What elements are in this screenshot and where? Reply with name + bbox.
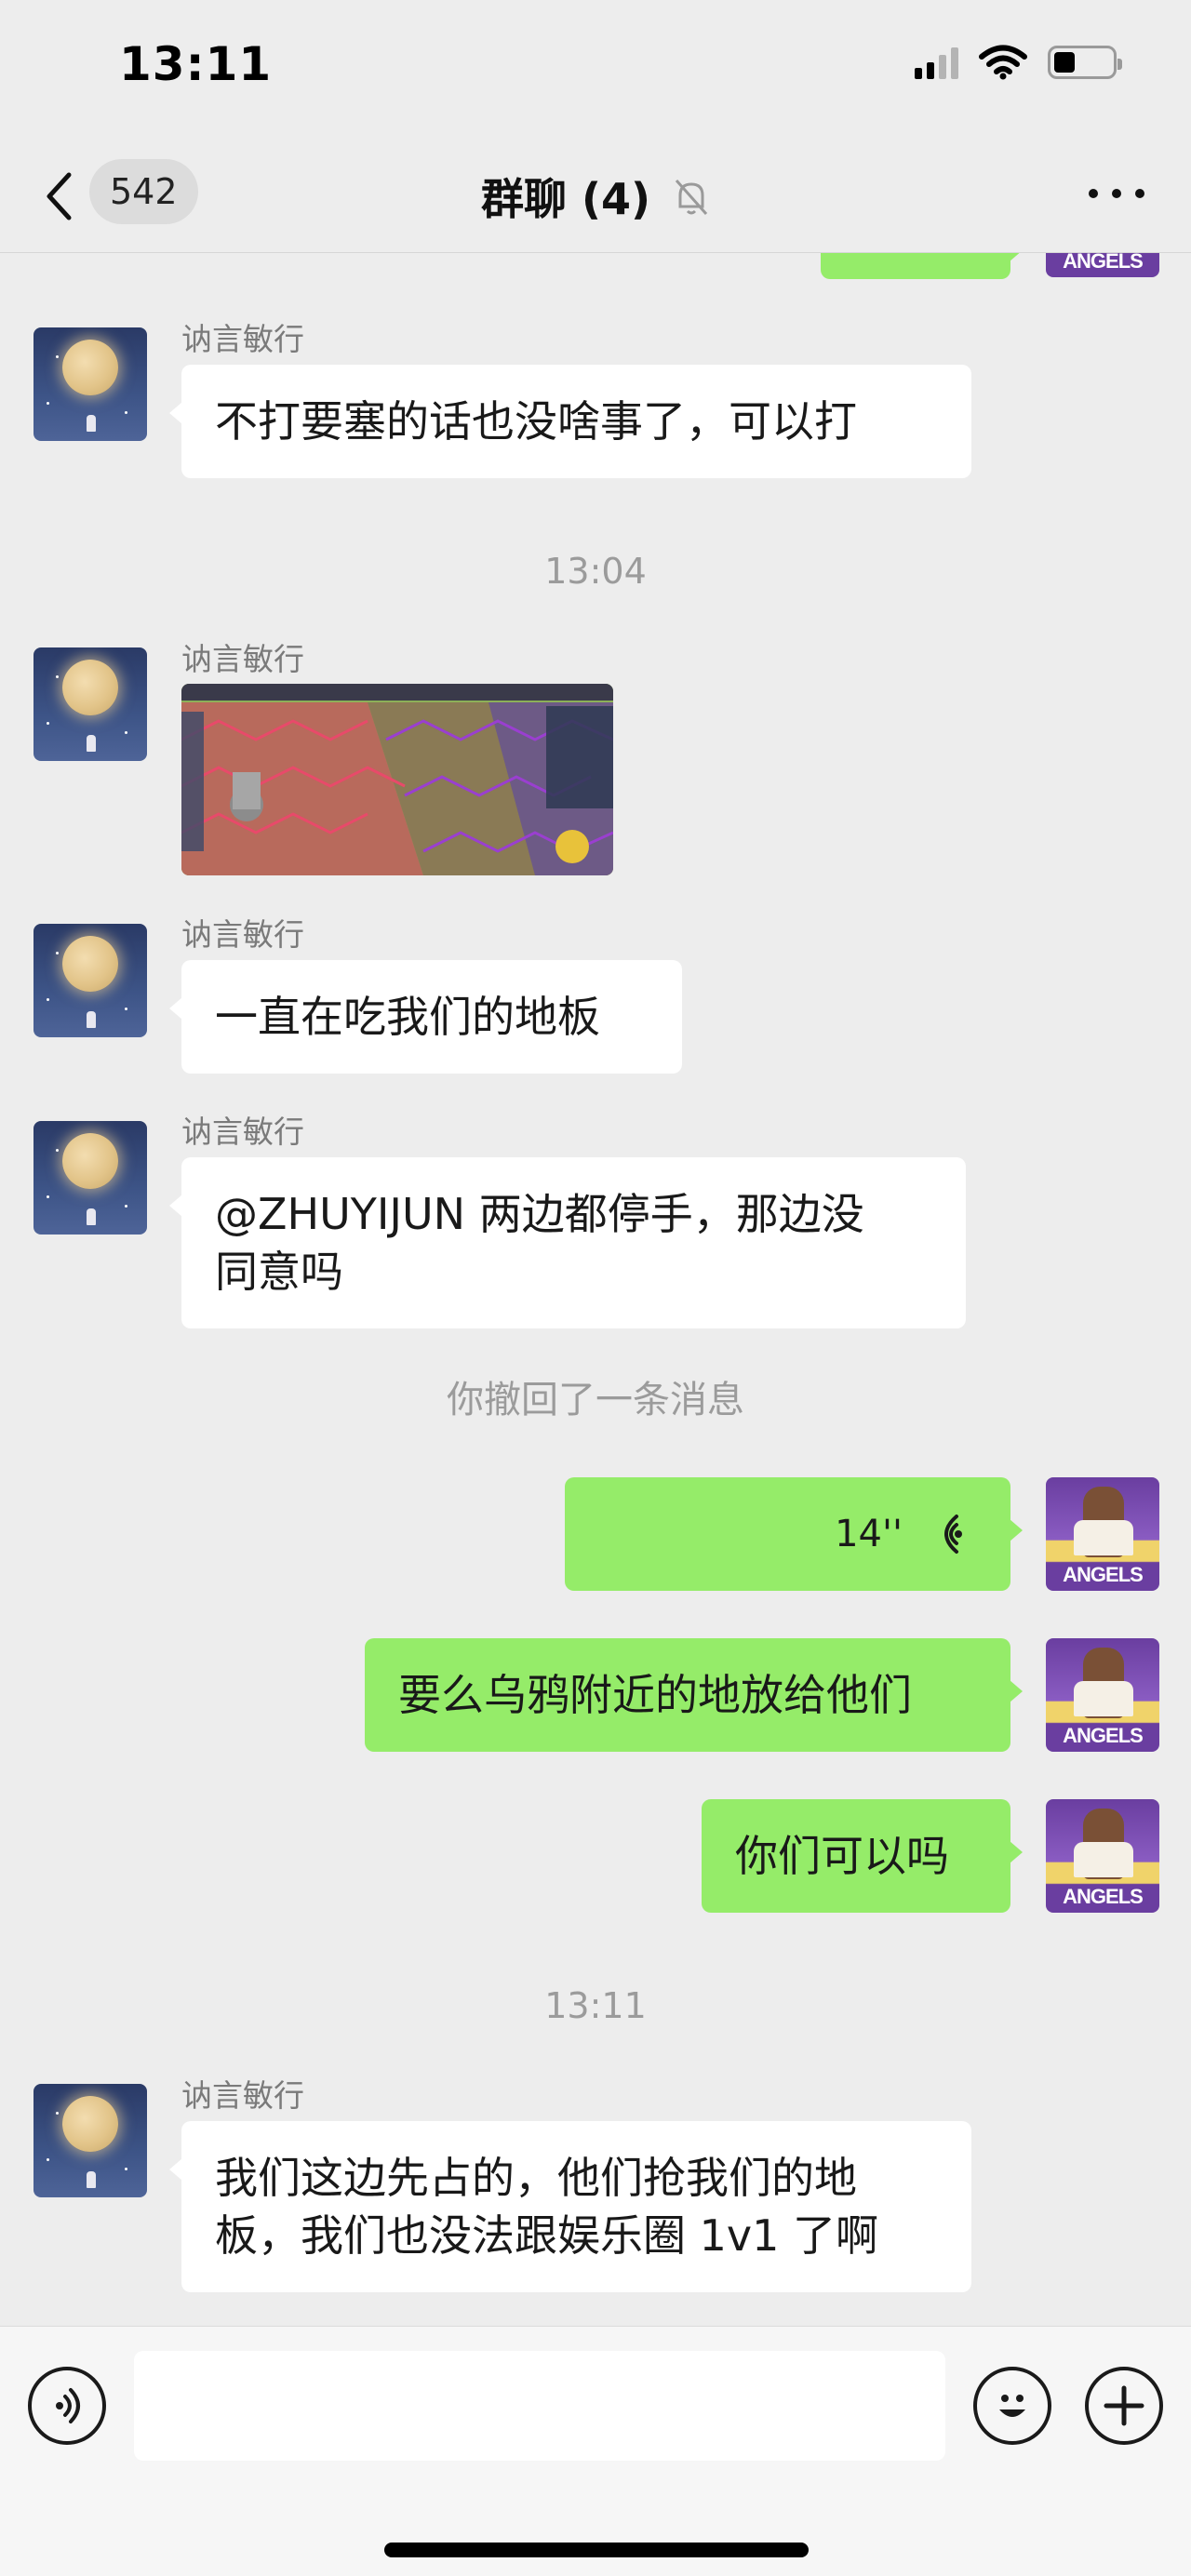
message-text-line: 同意吗	[215, 1247, 343, 1297]
chat-title: 群聊 (4)	[0, 166, 1191, 228]
recalled-notice: 你撤回了一条消息	[447, 1379, 744, 1421]
message-bubble-incoming[interactable]: @ZHUYIJUN 两边都停手，那边没 同意吗	[169, 1157, 966, 1328]
chat-header: 542 群聊 (4)	[0, 140, 1191, 253]
sender-name: 讷言敏行	[181, 641, 304, 677]
message-input[interactable]	[134, 2351, 945, 2461]
sender-avatar[interactable]	[33, 924, 147, 1037]
self-avatar[interactable]: ANGELS	[1046, 1638, 1159, 1752]
sender-name: 讷言敏行	[181, 1114, 304, 1150]
message-bubble-outgoing[interactable]: 你们可以吗	[702, 1799, 1023, 1913]
self-avatar-label: ANGELS	[1063, 1724, 1144, 1747]
timestamp: 13:11	[544, 1985, 647, 2026]
self-avatar-label: ANGELS	[1063, 1563, 1144, 1586]
self-avatar[interactable]: ANGELS	[1046, 1799, 1159, 1913]
more-options-button[interactable]	[1089, 175, 1144, 212]
chat-title-text: 群聊 (4)	[480, 174, 651, 224]
emoji-icon	[999, 2395, 1025, 2417]
message-list[interactable]: ANGELS 讷言敏行 不打要塞的话也没啥事了，可以打 13:04 讷言敏行 讷…	[0, 253, 1191, 2326]
self-avatar[interactable]: ANGELS	[1046, 1477, 1159, 1591]
message-bubble-incoming[interactable]: 我们这边先占的，他们抢我们的地 板，我们也没法跟娱乐圈 1v1 了啊	[169, 2121, 971, 2292]
bell-off-icon	[673, 177, 710, 228]
status-time: 13:11	[119, 37, 273, 91]
message-text-line: 我们这边先占的，他们抢我们的地	[215, 2153, 857, 2203]
self-avatar-label: ANGELS	[1063, 253, 1144, 273]
sender-name: 讷言敏行	[181, 321, 304, 357]
message-bubble-incoming[interactable]: 一直在吃我们的地板	[169, 960, 682, 1074]
voice-message-bubble[interactable]: 14''	[565, 1477, 1023, 1591]
message-bubble-outgoing[interactable]: 要么乌鸦附近的地放给他们	[365, 1638, 1023, 1752]
self-avatar[interactable]: ANGELS	[1046, 253, 1159, 277]
status-icons	[915, 45, 1122, 80]
message-text: 你们可以吗	[735, 1831, 949, 1881]
message-text: 一直在吃我们的地板	[215, 992, 600, 1042]
voice-input-button[interactable]	[28, 2367, 106, 2445]
message-text: 要么乌鸦附近的地放给他们	[398, 1670, 912, 1720]
message-text: 不打要塞的话也没啥事了，可以打	[215, 396, 857, 447]
self-avatar-label: ANGELS	[1063, 1885, 1144, 1908]
status-bar: 13:11	[0, 0, 1191, 140]
battery-icon	[1048, 46, 1122, 79]
sender-name: 讷言敏行	[181, 2077, 304, 2114]
voice-wave-icon	[944, 1515, 962, 1554]
message-text-line: @ZHUYIJUN 两边都停手，那边没	[215, 1189, 864, 1239]
wifi-icon	[979, 45, 1027, 80]
home-indicator	[384, 2543, 809, 2557]
voice-input-icon	[56, 2388, 80, 2423]
sender-avatar[interactable]	[33, 2084, 147, 2197]
input-bar	[0, 2326, 1191, 2576]
message-bubble-incoming[interactable]: 不打要塞的话也没啥事了，可以打	[169, 365, 971, 478]
sender-avatar[interactable]	[33, 647, 147, 761]
plus-icon	[1104, 2385, 1144, 2426]
sender-name: 讷言敏行	[181, 916, 304, 953]
timestamp: 13:04	[544, 551, 647, 592]
message-bubble-outgoing-partial[interactable]	[821, 253, 1023, 279]
image-message[interactable]	[181, 684, 613, 875]
game-screenshot-image	[181, 684, 613, 875]
sender-avatar[interactable]	[33, 327, 147, 441]
more-dots-icon	[1089, 189, 1098, 198]
emoji-button[interactable]	[973, 2367, 1051, 2445]
message-text-line: 板，我们也没法跟娱乐圈 1v1 了啊	[215, 2210, 878, 2261]
sender-avatar[interactable]	[33, 1121, 147, 1235]
voice-duration: 14''	[835, 1513, 903, 1555]
add-button[interactable]	[1085, 2367, 1163, 2445]
cellular-signal-icon	[915, 46, 958, 79]
